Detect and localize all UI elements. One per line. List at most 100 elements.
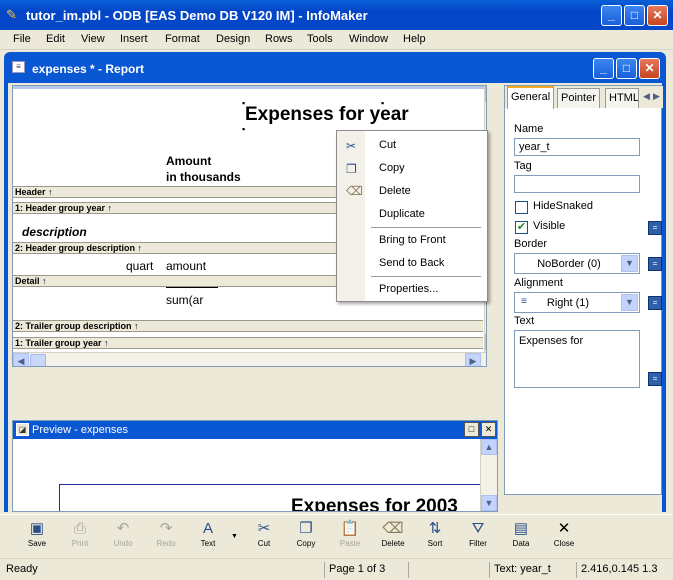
delete-button[interactable]: ⌫ Delete xyxy=(373,519,413,557)
filter-button[interactable]: ⛛ Filter xyxy=(458,519,498,557)
visible-checkbox[interactable]: ✔ xyxy=(515,221,528,234)
tab-pointer[interactable]: Pointer xyxy=(557,88,600,108)
border-select[interactable]: NoBorder (0) ▼ xyxy=(514,253,640,274)
menu-format[interactable]: Format xyxy=(165,33,200,45)
preview-report-title: Expenses for 2003 xyxy=(291,496,458,512)
context-copy[interactable]: Copy xyxy=(379,162,405,174)
text-expression-button[interactable]: = xyxy=(648,372,662,386)
doc-close-button[interactable]: ✕ xyxy=(639,58,660,79)
properties-tabs: General Pointer HTML ◀ ▶ xyxy=(505,86,663,109)
painter-toolbar: ▣ Save ⎙ Print ↶ Undo ↷ Redo A Text ▼ ✂ Cut ❐ C… xyxy=(0,514,673,558)
scroll-down-button[interactable]: ▼ xyxy=(485,334,486,350)
doc-minimize-button[interactable]: _ xyxy=(593,58,614,79)
preview-pane[interactable]: ◪ Preview - expenses □ ✕ Expenses for 20… xyxy=(12,420,498,512)
menu-separator xyxy=(371,276,481,277)
scroll-thumb[interactable] xyxy=(486,103,487,119)
redo-label: Redo xyxy=(156,539,176,548)
quart-field[interactable]: quart xyxy=(126,259,153,273)
text-dropdown-chevron-icon[interactable]: ▼ xyxy=(231,533,238,540)
close-button[interactable]: ✕ xyxy=(647,5,668,26)
sort-label: Sort xyxy=(427,539,443,548)
redo-button[interactable]: ↷ Redo xyxy=(146,519,186,557)
doc-maximize-button[interactable]: □ xyxy=(616,58,637,79)
menu-help[interactable]: Help xyxy=(403,33,426,45)
menu-window[interactable]: Window xyxy=(349,33,388,45)
preview-report-border-left xyxy=(59,484,60,511)
amount-field[interactable]: amount xyxy=(166,259,206,273)
tab-scroll-left-icon[interactable]: ◀ xyxy=(643,91,650,102)
design-horizontal-scrollbar[interactable]: ◀ ▶ xyxy=(13,352,486,366)
text-field[interactable]: Expenses for xyxy=(514,330,640,388)
band-group1-trailer[interactable]: 1: Trailer group year ↑ xyxy=(13,337,483,349)
preview-title-bar[interactable]: ◪ Preview - expenses □ ✕ xyxy=(13,421,497,439)
paste-button[interactable]: 📋 Paste xyxy=(330,519,370,557)
maximize-button[interactable]: □ xyxy=(624,5,645,26)
scroll-down-button[interactable]: ▼ xyxy=(481,495,497,511)
app-title: tutor_im.pbl - ODB [EAS Demo DB V120 IM]… xyxy=(26,8,368,23)
design-ruler xyxy=(13,86,486,89)
cut-button[interactable]: ✂ Cut xyxy=(244,519,284,557)
tag-field[interactable] xyxy=(514,175,640,193)
menu-insert[interactable]: Insert xyxy=(120,33,148,45)
print-button[interactable]: ⎙ Print xyxy=(60,519,100,557)
data-label: Data xyxy=(512,539,530,548)
amount-header-line1[interactable]: Amount xyxy=(166,154,211,168)
infomaker-app-icon[interactable]: ✎ xyxy=(6,7,22,23)
data-icon: ▤ xyxy=(513,520,529,537)
preview-icon: ◪ xyxy=(16,423,29,436)
context-cut[interactable]: Cut xyxy=(379,139,396,151)
scroll-up-button[interactable]: ▲ xyxy=(481,439,497,455)
data-button[interactable]: ▤ Data xyxy=(501,519,541,557)
app-title-bar[interactable]: ✎ tutor_im.pbl - ODB [EAS Demo DB V120 I… xyxy=(0,0,673,30)
band-group2-trailer[interactable]: 2: Trailer group description ↑ xyxy=(13,320,483,332)
print-label: Print xyxy=(71,539,89,548)
close-toolbar-button[interactable]: ✕ Close xyxy=(544,519,584,557)
menu-separator xyxy=(371,227,481,228)
selection-handle[interactable]: ▪ xyxy=(242,124,245,134)
sum-divider-line[interactable] xyxy=(166,287,218,288)
border-expression-button[interactable]: = xyxy=(648,257,662,271)
menu-rows[interactable]: Rows xyxy=(265,33,293,45)
scroll-thumb[interactable] xyxy=(30,354,46,366)
copy-icon: ❐ xyxy=(346,162,357,176)
text-button[interactable]: A Text xyxy=(188,519,228,557)
menu-tools[interactable]: Tools xyxy=(307,33,333,45)
amount-header-line2[interactable]: in thousands xyxy=(166,170,241,184)
context-send-to-back[interactable]: Send to Back xyxy=(379,257,444,269)
selection-handle[interactable]: ▪ xyxy=(242,98,245,108)
chevron-down-icon[interactable]: ▼ xyxy=(621,255,638,272)
menu-design[interactable]: Design xyxy=(216,33,250,45)
menu-file[interactable]: File xyxy=(13,33,31,45)
sum-field[interactable]: sum(ar xyxy=(166,293,203,307)
save-button[interactable]: ▣ Save xyxy=(17,519,57,557)
context-bring-to-front[interactable]: Bring to Front xyxy=(379,234,446,246)
preview-close-button[interactable]: ✕ xyxy=(481,422,496,437)
scroll-left-button[interactable]: ◀ xyxy=(13,353,29,366)
description-field[interactable]: description xyxy=(22,225,87,239)
alignment-expression-button[interactable]: = xyxy=(648,296,662,310)
hidesnaked-checkbox[interactable] xyxy=(515,201,528,214)
selection-handle[interactable]: ▪ xyxy=(381,98,384,108)
undo-button[interactable]: ↶ Undo xyxy=(103,519,143,557)
sort-button[interactable]: ⇅ Sort xyxy=(415,519,455,557)
tab-scroll-right-icon[interactable]: ▶ xyxy=(653,91,660,102)
preview-maximize-button[interactable]: □ xyxy=(464,422,479,437)
chevron-down-icon[interactable]: ▼ xyxy=(621,294,638,311)
alignment-select[interactable]: ≡ Right (1) ▼ xyxy=(514,292,640,313)
context-delete[interactable]: Delete xyxy=(379,185,411,197)
visible-expression-button[interactable]: = xyxy=(648,221,662,235)
menu-view[interactable]: View xyxy=(81,33,105,45)
tab-general[interactable]: General xyxy=(507,86,555,109)
scroll-right-button[interactable]: ▶ xyxy=(465,353,481,366)
tab-html[interactable]: HTML xyxy=(605,88,639,108)
context-properties[interactable]: Properties... xyxy=(379,283,438,295)
scroll-up-button[interactable]: ▲ xyxy=(485,86,486,102)
preview-vertical-scrollbar[interactable]: ▲ ▼ xyxy=(480,439,497,511)
document-title-bar[interactable]: ≡ expenses * - Report _ □ ✕ xyxy=(4,52,666,83)
minimize-button[interactable]: _ xyxy=(601,5,622,26)
context-duplicate[interactable]: Duplicate xyxy=(379,208,425,220)
report-icon[interactable]: ≡ xyxy=(12,61,25,73)
menu-edit[interactable]: Edit xyxy=(46,33,65,45)
copy-button[interactable]: ❐ Copy xyxy=(286,519,326,557)
name-field[interactable]: year_t xyxy=(514,138,640,156)
